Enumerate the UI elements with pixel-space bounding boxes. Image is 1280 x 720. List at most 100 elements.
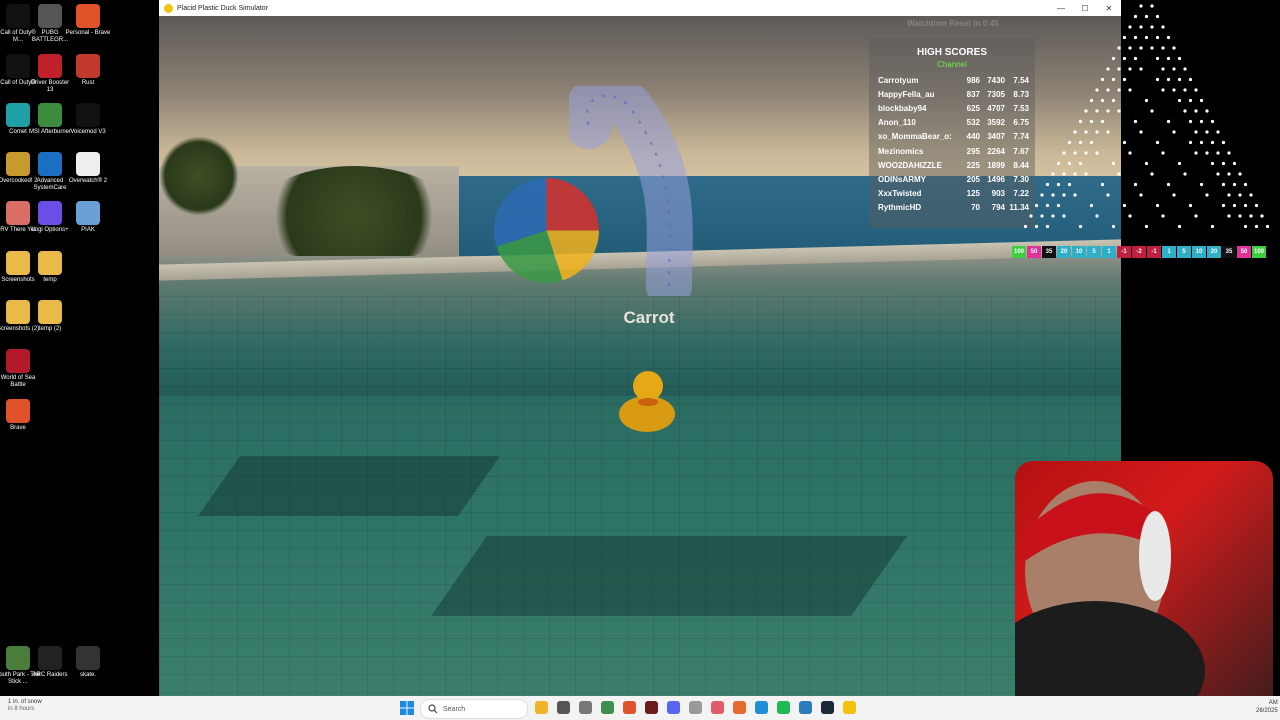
dot bbox=[1150, 46, 1154, 50]
dot bbox=[1243, 203, 1248, 208]
score-row: XxxTwisted 125 903 7.22 bbox=[869, 187, 1035, 201]
dot bbox=[1238, 172, 1242, 176]
score-name: Mezinomics bbox=[878, 146, 924, 156]
desktop-icon[interactable]: Overwatch® 2 bbox=[65, 152, 111, 185]
dot bbox=[1216, 130, 1220, 134]
dot bbox=[1133, 119, 1138, 124]
dot bbox=[1122, 56, 1127, 61]
steam-icon[interactable] bbox=[821, 701, 834, 714]
dot bbox=[1227, 172, 1231, 176]
dot bbox=[1089, 140, 1094, 145]
desktop-icon[interactable]: Rust bbox=[65, 54, 111, 87]
dot bbox=[1095, 88, 1099, 92]
dot bbox=[1117, 46, 1121, 50]
desktop-icon[interactable]: skate. bbox=[65, 646, 111, 679]
dot bbox=[1117, 172, 1121, 176]
maps-icon[interactable] bbox=[711, 701, 724, 714]
app-icon-2[interactable] bbox=[689, 701, 702, 714]
app-shortcut-icon bbox=[38, 201, 62, 225]
window-title: Placid Plastic Duck Simulator bbox=[177, 4, 269, 12]
dot bbox=[1040, 193, 1044, 197]
dot bbox=[1205, 151, 1209, 155]
rubber-duck[interactable] bbox=[617, 364, 677, 434]
score-row: blockbaby94 625 4707 7.53 bbox=[869, 101, 1035, 115]
score-name: WOO2DAHIZZLE bbox=[878, 160, 942, 170]
dot bbox=[1128, 25, 1132, 29]
dot bbox=[1084, 151, 1088, 155]
score-b: 3407 bbox=[987, 132, 1005, 142]
dot bbox=[1183, 88, 1187, 92]
dot bbox=[1106, 88, 1110, 92]
palm-tree bbox=[159, 136, 239, 216]
dot bbox=[1172, 67, 1176, 71]
dot bbox=[1188, 77, 1193, 82]
app-shortcut-icon bbox=[76, 646, 100, 670]
desktop-icon-label: Voicemod V3 bbox=[70, 129, 106, 135]
dot bbox=[1155, 203, 1160, 208]
dot bbox=[1111, 161, 1116, 166]
dot bbox=[1073, 172, 1077, 176]
dot bbox=[1183, 172, 1187, 176]
duck-game-icon[interactable] bbox=[843, 701, 856, 714]
dot bbox=[1238, 214, 1242, 218]
dot bbox=[1062, 172, 1066, 176]
brave-icon[interactable] bbox=[623, 701, 636, 714]
settings-icon[interactable] bbox=[579, 701, 592, 714]
dot bbox=[1062, 214, 1066, 218]
app-shortcut-icon bbox=[76, 152, 100, 176]
dot-pattern-overlay bbox=[1023, 4, 1270, 229]
dot bbox=[1221, 161, 1226, 166]
desktop-icon[interactable]: Personal - Brave bbox=[65, 4, 111, 37]
dot bbox=[1106, 193, 1110, 197]
game-viewport[interactable]: Carrot Watchtime Reset in 0:45 HIGH SCOR… bbox=[159, 16, 1121, 696]
calculator-icon[interactable] bbox=[557, 701, 570, 714]
dot bbox=[1232, 161, 1237, 166]
taskbar-search[interactable]: Search bbox=[420, 699, 528, 719]
system-clock[interactable]: AM 26/2025 bbox=[1256, 699, 1278, 715]
desktop-icon[interactable]: PIAK bbox=[65, 201, 111, 234]
clock-time: AM bbox=[1268, 700, 1278, 706]
dot bbox=[1243, 224, 1248, 229]
desktop-icon[interactable]: temp bbox=[27, 251, 73, 284]
dot bbox=[1139, 4, 1143, 8]
shadow bbox=[430, 536, 908, 616]
multiplier-chip: -1 bbox=[1117, 246, 1131, 258]
dot bbox=[1128, 151, 1132, 155]
dot bbox=[1265, 224, 1270, 229]
window-titlebar[interactable]: Placid Plastic Duck Simulator — ☐ ✕ bbox=[159, 0, 1121, 16]
score-a: 205 bbox=[966, 174, 980, 184]
edge-icon[interactable] bbox=[755, 701, 768, 714]
score-b: 1899 bbox=[987, 160, 1005, 170]
dot bbox=[1199, 140, 1204, 145]
weather-widget[interactable]: 1 in. of snow in 8 hours bbox=[8, 699, 42, 713]
dot bbox=[1029, 214, 1033, 218]
dot bbox=[1177, 77, 1182, 82]
app-icon-3[interactable] bbox=[733, 701, 746, 714]
dot bbox=[1139, 130, 1143, 134]
dot bbox=[1128, 88, 1132, 92]
dot bbox=[1062, 151, 1066, 155]
dot bbox=[1062, 193, 1066, 197]
score-b: 4707 bbox=[987, 103, 1005, 113]
dot bbox=[1133, 56, 1138, 61]
score-b: 7305 bbox=[987, 89, 1005, 99]
dot bbox=[1117, 109, 1121, 113]
desktop-icon[interactable]: Voicemod V3 bbox=[65, 103, 111, 136]
discord-icon[interactable] bbox=[667, 701, 680, 714]
file-explorer-icon[interactable] bbox=[535, 701, 548, 714]
dot bbox=[1155, 56, 1160, 61]
app-shortcut-icon bbox=[6, 399, 30, 423]
desktop-icon[interactable]: Brave bbox=[0, 399, 41, 432]
multiplier-chip: 5 bbox=[1177, 246, 1191, 258]
dot bbox=[1073, 151, 1077, 155]
game-window[interactable]: Placid Plastic Duck Simulator — ☐ ✕ Carr… bbox=[159, 0, 1121, 696]
spotify-icon[interactable] bbox=[777, 701, 790, 714]
windows-start-icon[interactable] bbox=[400, 701, 414, 715]
chrome-icon[interactable] bbox=[601, 701, 614, 714]
desktop-icon[interactable]: temp (2) bbox=[27, 300, 73, 333]
desktop-icon[interactable]: World of Sea Battle bbox=[0, 349, 41, 389]
shadow bbox=[197, 456, 501, 516]
app-icon-4[interactable] bbox=[799, 701, 812, 714]
app-icon[interactable] bbox=[645, 701, 658, 714]
score-name: ODINsARMY bbox=[878, 174, 927, 184]
